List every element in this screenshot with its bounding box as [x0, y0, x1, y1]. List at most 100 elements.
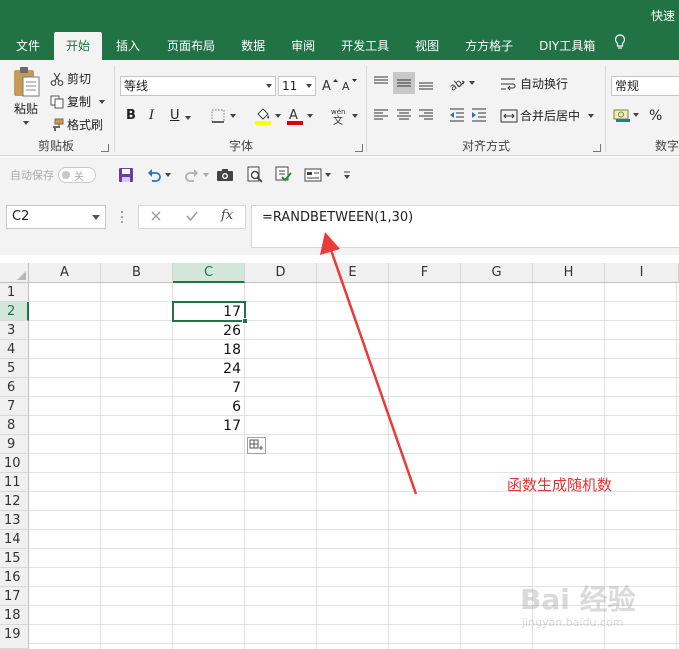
- percent-button[interactable]: %: [649, 108, 662, 124]
- row-header[interactable]: 12: [0, 492, 29, 511]
- phonetic-button[interactable]: wén 文: [330, 106, 358, 126]
- row-header[interactable]: 15: [0, 549, 29, 568]
- save-button[interactable]: [118, 167, 134, 183]
- print-preview-button[interactable]: [246, 166, 264, 184]
- copy-button[interactable]: 复制: [50, 93, 106, 110]
- fill-handle[interactable]: [242, 318, 248, 324]
- tab-file[interactable]: 文件: [0, 32, 54, 60]
- wrap-text-button[interactable]: 自动换行: [500, 75, 568, 92]
- row-header[interactable]: 16: [0, 568, 29, 587]
- tab-home[interactable]: 开始: [54, 32, 103, 60]
- row-header[interactable]: 10: [0, 454, 29, 473]
- align-left-button[interactable]: [372, 107, 390, 123]
- align-top-button[interactable]: [372, 74, 390, 92]
- row-header[interactable]: 9: [0, 435, 29, 454]
- align-middle-button[interactable]: [393, 72, 415, 94]
- name-box[interactable]: C2: [6, 205, 106, 229]
- row-header[interactable]: 13: [0, 511, 29, 530]
- format-painter-button[interactable]: 格式刷: [50, 116, 103, 133]
- spell-check-button[interactable]: [274, 165, 292, 183]
- paste-button[interactable]: 粘贴: [8, 66, 44, 125]
- tab-diy-toolbox[interactable]: DIY工具箱: [526, 32, 608, 60]
- cell-c6[interactable]: 7: [173, 379, 245, 398]
- tab-developer[interactable]: 开发工具: [328, 32, 402, 60]
- tab-review[interactable]: 审阅: [278, 32, 328, 60]
- cell-c7[interactable]: 6: [173, 398, 245, 417]
- merge-cells-icon: [500, 109, 518, 122]
- tab-fangfang[interactable]: 方方格子: [452, 32, 526, 60]
- cut-button[interactable]: 剪切: [50, 70, 91, 87]
- row-header[interactable]: 17: [0, 587, 29, 606]
- chevron-down-icon[interactable]: [92, 215, 100, 220]
- dialog-launcher-icon[interactable]: [101, 144, 109, 152]
- cancel-icon[interactable]: [149, 209, 163, 226]
- camera-button[interactable]: [216, 167, 234, 183]
- chevron-down-icon[interactable]: [185, 116, 191, 120]
- row-header-selected[interactable]: 2: [0, 302, 29, 321]
- column-header[interactable]: A: [29, 263, 101, 283]
- dialog-launcher-icon[interactable]: [593, 144, 601, 152]
- number-format-select[interactable]: 常规: [611, 76, 679, 96]
- merge-center-button[interactable]: 合并后居中: [500, 107, 595, 124]
- undo-button[interactable]: [146, 167, 171, 183]
- dialog-launcher-icon[interactable]: [355, 144, 363, 152]
- column-header[interactable]: I: [605, 263, 679, 283]
- tab-data[interactable]: 数据: [228, 32, 278, 60]
- redo-button[interactable]: [184, 167, 209, 183]
- row-header[interactable]: 19: [0, 625, 29, 649]
- italic-button[interactable]: I: [149, 108, 154, 123]
- tab-page-layout[interactable]: 页面布局: [154, 32, 228, 60]
- fill-color-button[interactable]: [254, 106, 281, 126]
- font-size-select[interactable]: 11: [278, 76, 316, 96]
- row-header[interactable]: 5: [0, 359, 29, 378]
- align-center-button[interactable]: [395, 107, 413, 123]
- insert-function-icon[interactable]: fx: [221, 208, 233, 223]
- increase-indent-button[interactable]: [470, 107, 488, 123]
- column-header[interactable]: G: [461, 263, 533, 283]
- accounting-format-button[interactable]: [613, 106, 639, 124]
- orientation-button[interactable]: ab: [448, 74, 475, 92]
- column-header[interactable]: E: [317, 263, 389, 283]
- save-icon: [119, 168, 133, 182]
- tab-view[interactable]: 视图: [402, 32, 452, 60]
- border-button[interactable]: [210, 108, 236, 124]
- cell-c5[interactable]: 24: [173, 360, 245, 379]
- lightbulb-icon[interactable]: [608, 32, 632, 60]
- row-header[interactable]: 3: [0, 321, 29, 340]
- formula-input[interactable]: =RANDBETWEEN(1,30): [251, 205, 679, 248]
- column-header[interactable]: H: [533, 263, 605, 283]
- underline-button[interactable]: U: [170, 108, 180, 123]
- row-header[interactable]: 18: [0, 606, 29, 625]
- column-header-selected[interactable]: C: [173, 263, 245, 283]
- row-header[interactable]: 6: [0, 378, 29, 397]
- align-bottom-button[interactable]: [417, 74, 435, 92]
- column-header[interactable]: F: [389, 263, 461, 283]
- row-header[interactable]: 4: [0, 340, 29, 359]
- column-header[interactable]: D: [245, 263, 317, 283]
- bold-button[interactable]: B: [126, 108, 136, 123]
- font-color-button[interactable]: A: [286, 106, 313, 126]
- check-icon[interactable]: [185, 209, 199, 226]
- decrease-indent-button[interactable]: [448, 107, 466, 123]
- cell-c4[interactable]: 18: [173, 341, 245, 360]
- row-header[interactable]: 14: [0, 530, 29, 549]
- align-right-button[interactable]: [417, 107, 435, 123]
- column-header[interactable]: B: [101, 263, 173, 283]
- form-button[interactable]: [304, 167, 331, 183]
- font-name-select[interactable]: 等线: [120, 76, 276, 96]
- row-header[interactable]: 1: [0, 283, 29, 302]
- row-header[interactable]: 8: [0, 416, 29, 435]
- cell-c3[interactable]: 26: [173, 322, 245, 341]
- row-header[interactable]: 7: [0, 397, 29, 416]
- row-header[interactable]: 11: [0, 473, 29, 492]
- decrease-font-button[interactable]: A: [342, 76, 358, 92]
- chevron-down-icon: [165, 173, 171, 177]
- customize-toolbar-button[interactable]: [342, 169, 352, 181]
- increase-font-button[interactable]: A: [322, 76, 338, 92]
- autosave-toggle[interactable]: 关: [58, 167, 96, 183]
- tab-insert[interactable]: 插入: [102, 32, 154, 60]
- cell-c8[interactable]: 17: [173, 417, 245, 436]
- autosave-control[interactable]: 自动保存 关: [10, 167, 96, 183]
- select-all-button[interactable]: [0, 263, 29, 283]
- paste-options-button[interactable]: [247, 437, 266, 454]
